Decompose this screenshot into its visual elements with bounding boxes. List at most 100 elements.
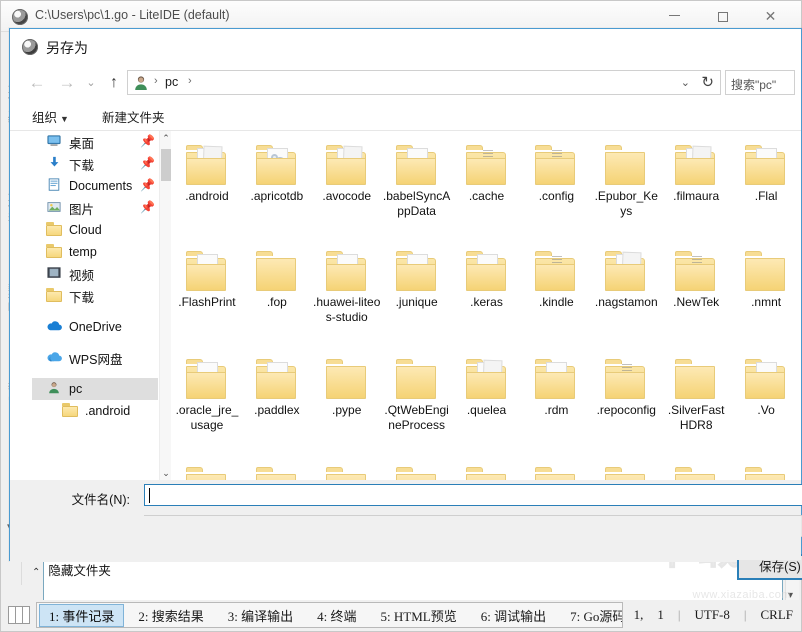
status-line-ending[interactable]: CRLF — [753, 607, 800, 623]
tab-html-preview[interactable]: 5: HTML预览 — [371, 604, 467, 627]
file-name: .junique — [395, 295, 438, 309]
file-name: .pype — [332, 403, 362, 417]
sidebar-item-videos[interactable]: 视频 — [32, 263, 158, 285]
file-item[interactable]: .fop — [242, 241, 312, 341]
file-item[interactable]: .nmnt — [731, 241, 801, 341]
sidebar-item-downloads-folder[interactable]: 下载 — [32, 285, 158, 307]
file-item[interactable]: .Vo — [731, 349, 801, 449]
file-item[interactable]: .nagstamon — [591, 241, 661, 341]
sidebar-item-android[interactable]: .android — [32, 400, 158, 422]
file-item[interactable]: .quelea — [452, 349, 522, 449]
scroll-down-icon[interactable]: ⌄ — [160, 466, 172, 480]
file-item[interactable]: .apricotdb — [242, 135, 312, 235]
file-item[interactable]: .NewTek — [661, 241, 731, 341]
organize-menu-button[interactable]: 组织 ▼ — [32, 107, 69, 126]
tab-search-result[interactable]: 2: 搜索结果 — [128, 604, 213, 627]
file-item[interactable]: .cache — [452, 135, 522, 235]
file-item[interactable]: .Epubor_Keys — [591, 135, 661, 235]
refresh-icon[interactable]: ↻ — [701, 73, 714, 91]
output-tab-strip[interactable]: 1: 事件记录 2: 搜索结果 3: 编译输出 4: 终端 5: HTML预览 … — [36, 602, 623, 628]
sidebar-item-pc[interactable]: pc — [32, 378, 158, 400]
file-item[interactable]: .config — [521, 135, 591, 235]
tab-event-log[interactable]: 1: 事件记录 — [39, 603, 125, 627]
pin-icon[interactable]: 📌 — [140, 157, 155, 170]
address-chevron-down-icon[interactable]: ⌄ — [681, 76, 690, 89]
file-item[interactable]: .android — [172, 135, 242, 235]
file-item[interactable]: .rdm — [521, 349, 591, 449]
sidebar-item-downloads[interactable]: 下载 📌 — [32, 153, 158, 175]
file-item[interactable]: .SilverFast HDR8 — [661, 349, 731, 449]
file-item[interactable]: .Flal — [731, 135, 801, 235]
file-item[interactable] — [242, 457, 312, 480]
search-input[interactable]: 搜索"pc" — [725, 70, 795, 95]
scroll-up-icon[interactable]: ⌃ — [160, 131, 172, 145]
file-name: .cache — [468, 189, 505, 203]
folder-plain-icon — [661, 349, 731, 399]
places-sidebar[interactable]: 桌面 📌 下载 📌 Documents 📌 图片 📌 Cloud temp 视频… — [32, 131, 158, 480]
file-item[interactable]: .pype — [312, 349, 382, 449]
user-account-icon — [135, 76, 147, 90]
forward-button[interactable]: → — [54, 69, 80, 97]
sidebar-item-onedrive[interactable]: OneDrive — [32, 316, 158, 338]
folder-docs-icon — [172, 241, 242, 291]
file-item[interactable]: .huawei-liteos-studio — [312, 241, 382, 341]
user-account-icon — [46, 381, 63, 397]
new-folder-button[interactable]: 新建文件夹 — [102, 107, 165, 126]
folder-icon — [46, 288, 63, 304]
sidebar-label: WPS网盘 — [69, 352, 123, 367]
file-item[interactable] — [312, 457, 382, 480]
tab-terminal[interactable]: 4: 终端 — [307, 604, 366, 627]
scrollbar-thumb[interactable] — [161, 149, 171, 181]
back-button[interactable]: ← — [24, 69, 50, 97]
sidebar-item-documents[interactable]: Documents 📌 — [32, 175, 158, 197]
sidebar-item-cloud[interactable]: Cloud — [32, 219, 158, 241]
tab-go-source-query[interactable]: 7: Go源码查询 — [560, 604, 622, 627]
file-item[interactable]: .oracle_jre_usage — [172, 349, 242, 449]
file-item[interactable] — [591, 457, 661, 480]
file-name: .QtWebEngineProcess — [384, 403, 449, 432]
file-item[interactable]: .filmaura — [661, 135, 731, 235]
file-item[interactable]: .kindle — [521, 241, 591, 341]
file-item[interactable] — [521, 457, 591, 480]
address-bar[interactable]: › pc › ⌄ ↻ — [127, 70, 721, 95]
up-one-level-button[interactable]: ↑ — [102, 69, 126, 97]
file-item[interactable]: .babelSyncAppData — [382, 135, 452, 235]
status-encoding[interactable]: UTF-8 — [687, 607, 736, 623]
recent-locations-chevron-down-icon[interactable]: ⌄ — [82, 69, 100, 97]
file-item[interactable]: .keras — [452, 241, 522, 341]
file-item[interactable] — [731, 457, 801, 480]
file-item[interactable] — [661, 457, 731, 480]
file-item[interactable]: .avocode — [312, 135, 382, 235]
filename-input[interactable] — [144, 484, 802, 506]
liteide-logo-icon — [12, 9, 28, 25]
pin-icon[interactable]: 📌 — [140, 201, 155, 214]
file-item[interactable] — [382, 457, 452, 480]
breadcrumb-separator-2[interactable]: › — [188, 75, 192, 87]
organize-label: 组织 — [32, 111, 58, 125]
sidebar-item-wps-cloud[interactable]: WPS网盘 — [32, 347, 158, 369]
close-button[interactable]: ✕ — [748, 1, 793, 31]
tab-build-output[interactable]: 3: 编译输出 — [218, 604, 303, 627]
sidebar-item-pictures[interactable]: 图片 📌 — [32, 197, 158, 219]
sidebar-scrollbar[interactable]: ⌃ ⌄ — [159, 131, 171, 480]
file-item[interactable]: .QtWebEngineProcess — [382, 349, 452, 449]
sidebar-item-desktop[interactable]: 桌面 📌 — [32, 131, 158, 153]
panel-toggle-icon[interactable] — [8, 606, 30, 624]
file-item[interactable]: .FlashPrint — [172, 241, 242, 341]
file-list-pane[interactable]: .android .apricotdb .avocode .babelSyncA… — [172, 131, 801, 480]
file-item[interactable]: .repoconfig — [591, 349, 661, 449]
pictures-icon — [46, 200, 63, 216]
pin-icon[interactable]: 📌 — [140, 135, 155, 148]
status-cursor-line: 1, — [633, 607, 644, 622]
maximize-button[interactable] — [700, 1, 745, 31]
file-item[interactable]: .junique — [382, 241, 452, 341]
file-item[interactable]: .paddlex — [242, 349, 312, 449]
sidebar-item-temp[interactable]: temp — [32, 241, 158, 263]
minimize-button[interactable] — [652, 1, 697, 31]
file-item[interactable] — [172, 457, 242, 480]
breadcrumb-item-pc[interactable]: pc — [165, 75, 178, 89]
pin-icon[interactable]: 📌 — [140, 179, 155, 192]
file-item[interactable] — [452, 457, 522, 480]
hide-folders-toggle[interactable]: ⌃ 隐藏文件夹 — [32, 560, 111, 579]
tab-debug-output[interactable]: 6: 调试输出 — [471, 604, 556, 627]
